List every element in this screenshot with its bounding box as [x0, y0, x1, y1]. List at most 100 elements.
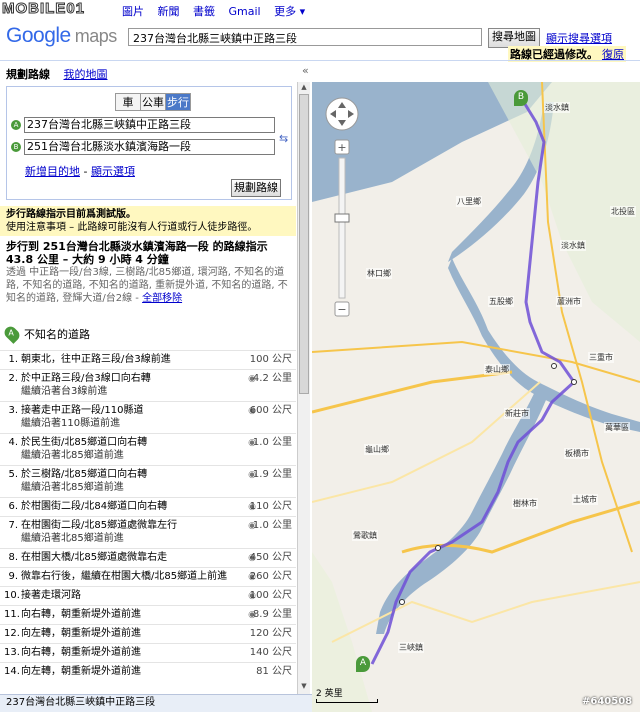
pan-zoom-control: + − [325, 97, 359, 317]
step-number: 10. [4, 590, 20, 601]
destination-marker-b-icon[interactable]: B [514, 90, 528, 106]
start-point: A 不知名的道路 [2, 324, 90, 344]
map-label-bali: 八里鄉 [456, 196, 482, 207]
step-number: 13. [4, 647, 20, 658]
step-row[interactable]: 7. 在柑園街二段/北85鄉道處微靠左行 繼續沿著北85鄉道前進 ◉ 1.0 公里 [0, 516, 296, 548]
panel-scrollbar[interactable]: ▲ ▼ [297, 82, 310, 694]
origin-marker-a-icon[interactable]: A [356, 656, 370, 672]
map-label-shulin: 樹林市 [512, 498, 538, 509]
collapse-panel-icon[interactable]: « [302, 64, 309, 77]
step-row[interactable]: 2. 於中正路三段/台3線口向右轉 繼續沿著台3線前進 ◉ 4.2 公里 [0, 369, 296, 401]
destination-field[interactable]: 251台灣台北縣淡水鎮濱海路一段 [24, 139, 275, 155]
step-distance: 8.9 公里 [252, 609, 292, 620]
step-subtext: 繼續沿著台3線前進 [21, 386, 108, 397]
nav-bookmarks-link[interactable]: 書籤 [193, 5, 215, 18]
walk-mode-button[interactable]: 步行 [166, 94, 190, 110]
search-maps-button[interactable]: 搜尋地圖 [488, 28, 540, 48]
step-text: 微靠右行後，繼續在柑園大橋/北85鄉道上前進 [21, 571, 228, 582]
map-label-xinzhuang: 新莊市 [504, 408, 530, 419]
map-label-tamsui: 淡水鎮 [544, 102, 570, 113]
map-label-luzhou: 蘆洲市 [556, 296, 582, 307]
marker-b-icon: B [11, 142, 21, 152]
tab-directions[interactable]: 規劃路線 [6, 68, 50, 81]
map-canvas[interactable]: + − 淡水鎮 八里鄉 北投區 淡水鎮 林口鄉 五股鄉 蘆洲市 泰山鄉 三重市 … [312, 82, 640, 712]
swap-icon[interactable]: ⇆ [279, 132, 288, 145]
remove-all-link[interactable]: 全部移除 [142, 293, 182, 304]
svg-text:+: + [337, 141, 346, 154]
summary-total: 43.8 公里 – 大約 9 小時 4 分鐘 [6, 253, 169, 266]
map-label-wanhua: 萬華區 [604, 422, 630, 433]
step-subtext: 繼續沿著110縣道前進 [21, 418, 121, 429]
header-divider [0, 60, 640, 61]
beta-warning: 步行路線指示目前爲測試版。 使用注意事項 – 此路線可能沒有人行道或行人徒步路徑… [0, 206, 296, 236]
step-row[interactable]: 5. 於三樹路/北85鄉道口向右轉 繼續沿著北85鄉道前進 ◉ 1.9 公里 [0, 465, 296, 497]
map-label-beitou: 北投區 [610, 206, 636, 217]
step-text: 於柑園街二段/北84鄉道口向右轉 [21, 501, 168, 512]
step-number: 3. [8, 405, 18, 416]
step-row[interactable]: 12.向左轉，朝重新堤外道前進 120 公尺 [0, 624, 296, 643]
step-row[interactable]: 11.向右轉，朝重新堤外道前進 ◉ 8.9 公里 [0, 605, 296, 624]
marker-a-icon: A [11, 120, 21, 130]
search-input[interactable]: 237台灣台北縣三峽鎮中正路三段 [128, 28, 482, 46]
nav-images-link[interactable]: 圖片 [122, 5, 144, 18]
step-row[interactable]: 13.向右轉，朝重新堤外道前進 140 公尺 [0, 643, 296, 662]
step-number: 1. [8, 354, 18, 365]
step-row[interactable]: 14.向左轉，朝重新堤外道前進 81 公尺 [0, 662, 296, 681]
map-label-tamsui-2: 淡水鎮 [560, 240, 586, 251]
waypoint-a-row: A 237台灣台北縣三峽鎮中正路三段 [11, 117, 275, 133]
search-options-link[interactable]: 顯示搜尋選項 [546, 30, 612, 46]
left-tabs: 規劃路線 我的地圖 [6, 66, 108, 82]
transit-mode-button[interactable]: 公車 [141, 94, 166, 110]
step-row[interactable]: 3. 接著走中正路一段/110縣道 繼續沿著110縣道前進 ◉ 600 公尺 [0, 401, 296, 433]
step-subtext: 繼續沿著北85鄉道前進 [21, 533, 124, 544]
step-number: 2. [8, 373, 18, 384]
start-label: 不知名的道路 [24, 328, 90, 341]
get-directions-button[interactable]: 規劃路線 [231, 179, 281, 197]
step-row[interactable]: 6. 於柑園街二段/北84鄉道口向右轉 ◉ 110 公尺 [0, 497, 296, 516]
nav-news-link[interactable]: 新聞 [158, 5, 180, 18]
nav-more-link[interactable]: 更多 ▾ [274, 5, 305, 18]
step-distance: 450 公尺 [249, 552, 292, 563]
summary-title: 步行到 251台灣台北縣淡水鎮濱海路一段 的路線指示 [6, 240, 268, 253]
tab-my-maps[interactable]: 我的地圖 [64, 68, 108, 81]
map-label-wugu: 五股鄉 [488, 296, 514, 307]
step-distance: 110 公尺 [249, 501, 292, 512]
scroll-down-icon[interactable]: ▼ [299, 682, 309, 692]
scale-line [316, 699, 378, 703]
step-distance: 1.0 公里 [252, 520, 292, 531]
step-text: 於三樹路/北85鄉道口向右轉 [21, 469, 148, 480]
map-label-yingge: 鶯歌鎮 [352, 530, 378, 541]
step-distance: 100 公尺 [249, 590, 292, 601]
step-text: 向右轉，朝重新堤外道前進 [21, 609, 141, 620]
map-navigation-control: + − [322, 94, 362, 337]
step-number: 4. [8, 437, 18, 448]
step-list: 1. 朝東北，往中正路三段/台3線前進 100 公尺 2. 於中正路三段/台3線口向右轉… [0, 350, 296, 681]
google-maps-logo[interactable]: Google maps [6, 24, 117, 48]
origin-field[interactable]: 237台灣台北縣三峽鎮中正路三段 [24, 117, 275, 133]
step-row[interactable]: 10.接著走環河路 ◉ 100 公尺 [0, 586, 296, 605]
step-distance: 100 公尺 [249, 354, 292, 365]
step-subtext: 繼續沿著北85鄉道前進 [21, 450, 124, 461]
car-mode-button[interactable]: 車 [116, 94, 141, 110]
step-text: 朝東北，往中正路三段/台3線前進 [21, 354, 171, 365]
step-text: 在柑園大橋/北85鄉道處微靠右走 [21, 552, 168, 563]
step-number: 12. [4, 628, 20, 639]
step-row[interactable]: 8. 在柑園大橋/北85鄉道處微靠右走 ◉ 450 公尺 [0, 548, 296, 567]
scale-label: 2 英里 [316, 689, 343, 699]
add-destination-link[interactable]: 新增目的地 [25, 165, 80, 178]
map-label-taishan: 泰山鄉 [484, 364, 510, 375]
show-options-link[interactable]: 顯示選項 [91, 165, 135, 178]
svg-text:−: − [337, 303, 346, 316]
step-row[interactable]: 4. 於民生街/北85鄉道口向右轉 繼續沿著北85鄉道前進 ◉ 1.0 公里 [0, 433, 296, 465]
step-number: 7. [8, 520, 18, 531]
watermark-id: #640508 [582, 696, 633, 707]
step-subtext: 繼續沿著北85鄉道前進 [21, 482, 124, 493]
directions-form: 車 公車 步行 A 237台灣台北縣三峽鎮中正路三段 B 251台灣台北縣淡水鎮… [6, 86, 292, 200]
step-row[interactable]: 9. 微靠右行後，繼續在柑園大橋/北85鄉道上前進 ◉ 260 公尺 [0, 567, 296, 586]
nav-gmail-link[interactable]: Gmail [229, 5, 261, 18]
step-number: 14. [4, 666, 20, 677]
step-distance: 1.9 公里 [252, 469, 292, 480]
scroll-thumb[interactable] [299, 94, 309, 394]
step-row[interactable]: 1. 朝東北，往中正路三段/台3線前進 100 公尺 [0, 350, 296, 369]
scroll-up-icon[interactable]: ▲ [299, 83, 309, 93]
